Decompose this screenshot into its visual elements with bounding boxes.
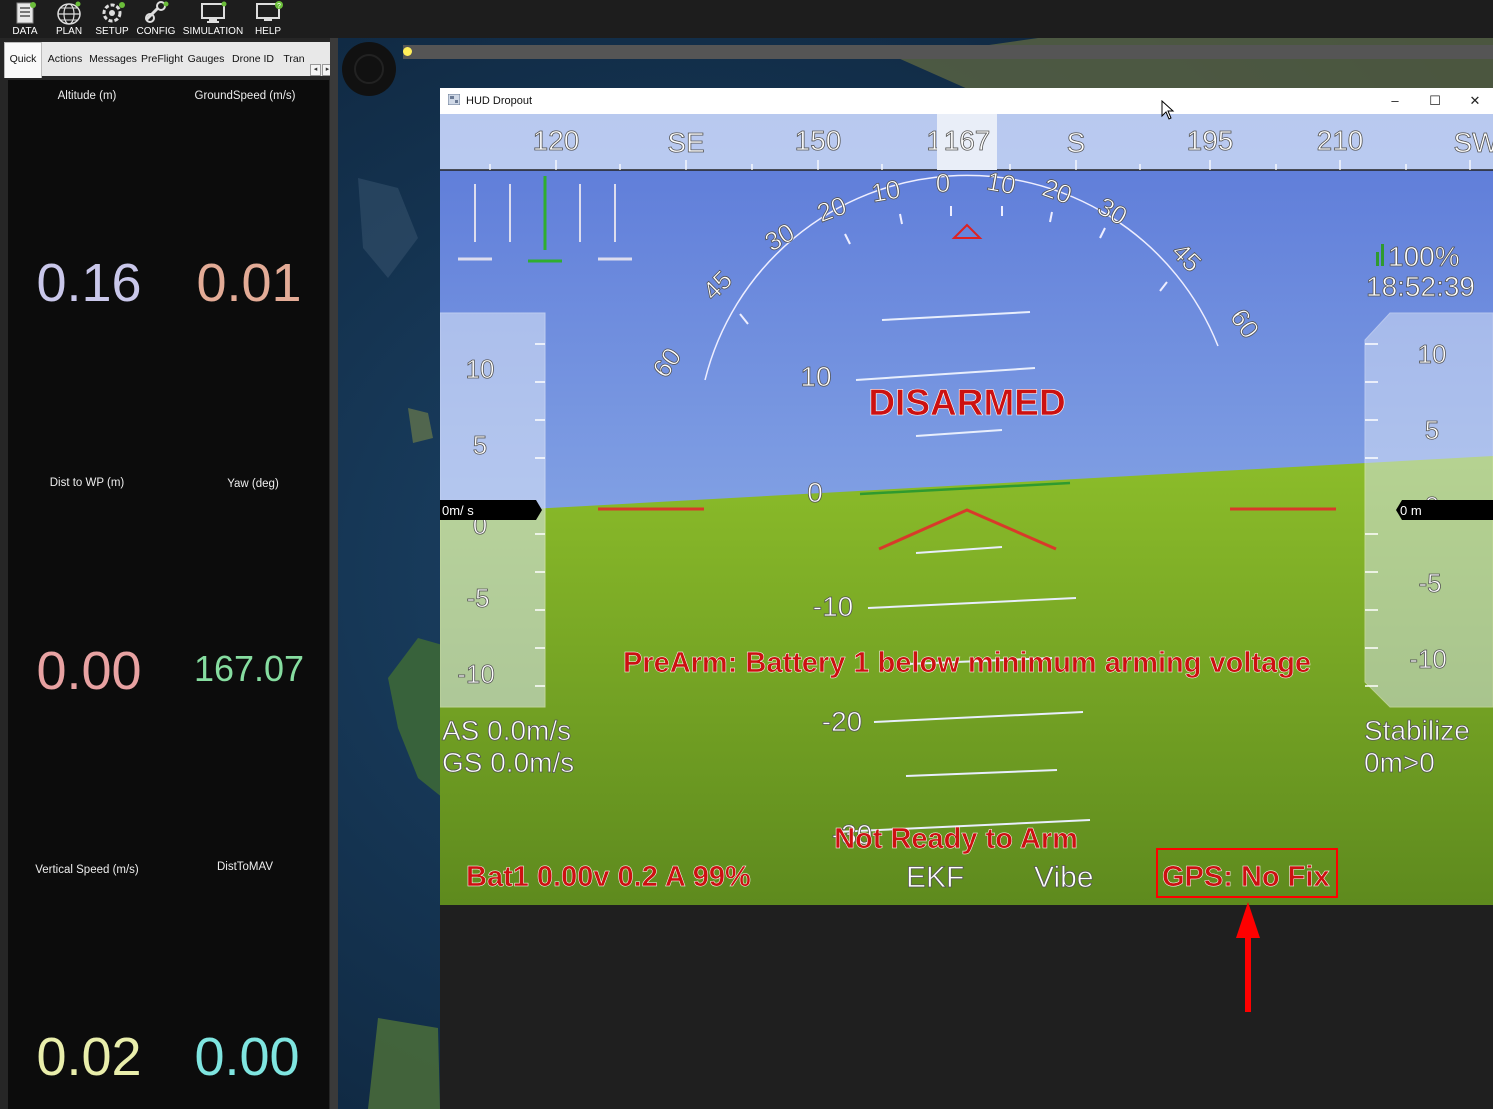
ekf-status-button[interactable]: EKF <box>906 861 965 895</box>
flight-mode: Stabilize <box>1364 715 1470 746</box>
toolbar-label: HELP <box>254 26 282 37</box>
quick-value-dist-to-wp[interactable]: 0.00 <box>10 640 168 702</box>
quick-value-yaw[interactable]: 167.07 <box>170 648 328 690</box>
pitch-label: 10 <box>800 361 831 392</box>
empty-panel-area <box>440 905 1493 1109</box>
annotation-arrow-icon <box>1236 902 1260 1012</box>
battery-status: Bat1 0.00v 0.2 A 99% <box>466 861 751 893</box>
gps-highlight-box <box>1156 848 1338 898</box>
heading-tick: 210 <box>1317 125 1364 156</box>
toolbar-label: SIMULATION <box>182 26 244 37</box>
hud-clock: 18:52:39 <box>1366 271 1475 302</box>
quick-label-dist-to-mav: DistToMAV <box>216 861 274 873</box>
quick-value-dist-to-mav[interactable]: 0.00 <box>168 1026 326 1088</box>
record-button[interactable] <box>342 42 396 96</box>
toolbar-label: SETUP <box>95 26 129 37</box>
roll-label: 0 <box>936 168 950 198</box>
tab-scroll-left-button[interactable]: ◂ <box>310 64 321 76</box>
help-icon: ? <box>256 1 283 21</box>
speed-tape-label: 10 <box>466 354 495 384</box>
flight-data-tabs: Quick Actions Messages PreFlight Gauges … <box>4 42 333 78</box>
quick-label-groundspeed: GroundSpeed (m/s) <box>194 90 296 102</box>
pitch-label: -20 <box>822 706 862 737</box>
quick-value-vertical-speed[interactable]: 0.02 <box>10 1026 168 1088</box>
tab-transponder[interactable]: Tran <box>280 42 308 76</box>
speed-tape-label: 5 <box>473 430 487 460</box>
heading-value: 167 <box>944 125 991 156</box>
toolbar-setup-button[interactable]: SETUP <box>92 0 132 38</box>
quick-label-dist-to-wp: Dist to WP (m) <box>49 477 125 489</box>
heading-tick: SE <box>667 127 704 158</box>
pitch-label: -10 <box>813 591 853 622</box>
flight-data-panel: Quick Actions Messages PreFlight Gauges … <box>0 38 338 1109</box>
config-icon <box>144 1 169 23</box>
speed-tape-label: -10 <box>457 659 495 689</box>
toolbar-config-button[interactable]: CONFIG <box>136 0 176 38</box>
maximize-button[interactable]: ☐ <box>1420 91 1450 111</box>
altitude-tape-label: -10 <box>1409 644 1447 674</box>
airspeed-readout: AS 0.0m/s <box>442 715 571 746</box>
panel-splitter[interactable] <box>330 38 338 1109</box>
setup-icon <box>102 2 125 23</box>
heading-tick: S <box>1067 127 1086 158</box>
vibe-status-button[interactable]: Vibe <box>1034 861 1094 895</box>
hud-dropout-window: HUD Dropout – ☐ ✕ 120 SE 150 1 S 195 210… <box>440 88 1493 905</box>
prearm-message: PreArm: Battery 1 below minimum arming v… <box>623 647 1311 679</box>
waypoint-distance: 0m>0 <box>1364 747 1435 778</box>
armed-status: DISARMED <box>868 382 1065 423</box>
quick-value-altitude[interactable]: 0.16 <box>10 252 168 314</box>
roll-label: 10 <box>984 166 1018 201</box>
tab-quick[interactable]: Quick <box>4 42 42 78</box>
hud-display[interactable]: 120 SE 150 1 S 195 210 SW 167 60 45 30 2… <box>440 114 1493 905</box>
groundspeed-readout: GS 0.0m/s <box>442 747 574 778</box>
heading-tick: 150 <box>795 125 842 156</box>
mouse-cursor-icon <box>1161 100 1175 120</box>
quick-view-grid: Altitude (m) 0.16 GroundSpeed (m/s) 0.01… <box>8 80 329 1109</box>
toolbar-label: DATA <box>12 26 38 37</box>
toolbar-help-button[interactable]: ? HELP <box>248 0 288 38</box>
altitude-tape-label: 10 <box>1418 339 1447 369</box>
simulation-icon <box>201 1 227 23</box>
toolbar-data-button[interactable]: DATA <box>6 0 44 38</box>
quick-value-groundspeed[interactable]: 0.01 <box>170 252 328 314</box>
tab-drone-id[interactable]: Drone ID <box>228 42 278 76</box>
toolbar-simulation-button[interactable]: SIMULATION <box>182 0 244 38</box>
main-toolbar: DATA PLAN SETUP CONFIG SIMULATION ? HELP <box>0 0 1493 38</box>
heading-tick: 120 <box>533 125 580 156</box>
toolbar-label: CONFIG <box>136 26 176 37</box>
quick-label-yaw: Yaw (deg) <box>227 478 279 490</box>
map-progress-bar <box>403 45 1493 59</box>
quick-label-altitude: Altitude (m) <box>57 90 117 102</box>
tab-messages[interactable]: Messages <box>88 42 138 76</box>
roll-label: 10 <box>869 174 903 209</box>
toolbar-plan-button[interactable]: PLAN <box>50 0 88 38</box>
speed-tape-label: -5 <box>466 583 489 613</box>
toolbar-label: PLAN <box>55 26 83 37</box>
altitude-tape-label: 5 <box>1425 415 1439 445</box>
heading-tick: 195 <box>1187 125 1234 156</box>
minimize-button[interactable]: – <box>1380 91 1410 111</box>
quick-label-vertical-speed: Vertical Speed (m/s) <box>35 864 139 876</box>
window-app-icon <box>448 94 460 105</box>
window-title: HUD Dropout <box>466 95 533 107</box>
speed-readout: 0m/ s <box>442 503 474 518</box>
map-progress-marker <box>403 47 412 56</box>
record-ring-icon <box>354 54 384 84</box>
svg-text:?: ? <box>277 3 281 10</box>
heading-tick: SW <box>1453 127 1493 158</box>
tab-actions[interactable]: Actions <box>44 42 86 76</box>
tab-gauges[interactable]: Gauges <box>186 42 226 76</box>
close-button[interactable]: ✕ <box>1460 91 1490 111</box>
tab-preflight[interactable]: PreFlight <box>140 42 184 76</box>
data-icon <box>16 2 36 24</box>
pitch-label: 0 <box>807 477 823 508</box>
window-titlebar[interactable]: HUD Dropout – ☐ ✕ <box>440 88 1493 115</box>
battery-remaining: 100% <box>1388 241 1460 272</box>
altitude-readout: 0 m <box>1400 503 1422 518</box>
globe-icon <box>57 1 81 25</box>
altitude-tape-label: -5 <box>1418 568 1441 598</box>
not-ready-to-arm: Not Ready to Arm <box>834 823 1078 855</box>
